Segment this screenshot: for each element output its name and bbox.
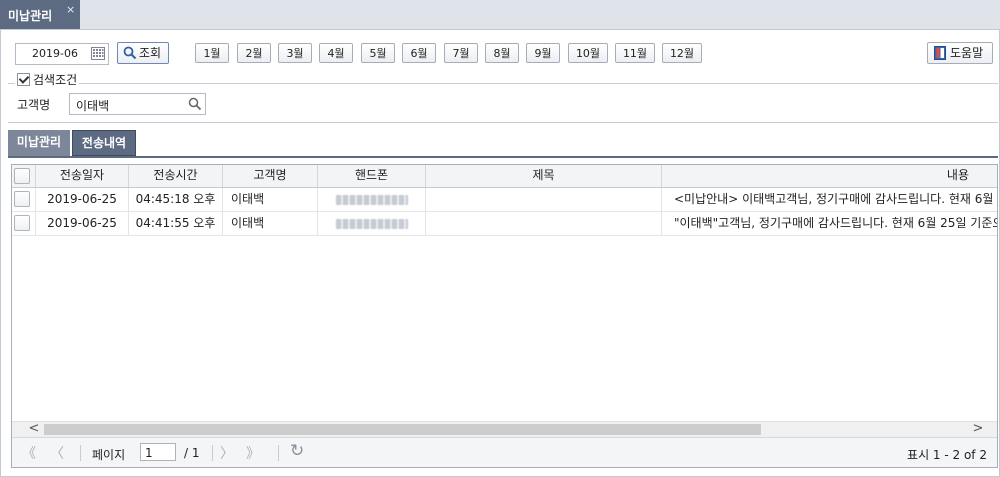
cell-subject: [426, 212, 662, 235]
scroll-left-arrow-icon[interactable]: <: [26, 422, 42, 437]
date-value: 2019-06: [32, 47, 78, 60]
month-button-4[interactable]: 4월: [319, 43, 353, 63]
cell-phone-redacted: [318, 188, 426, 211]
col-header-phone[interactable]: 핸드폰: [318, 165, 426, 187]
grid-header: 전송일자 전송시간 고객명 핸드폰 제목 내용: [12, 165, 997, 188]
paging-info: 표시 1 - 2 of 2: [907, 448, 987, 462]
tab-misnap-management[interactable]: 미납관리 ×: [0, 0, 80, 29]
cell-content: <미납안내> 이태백고객님, 정기구매에 감사드립니다. 현재 6월 2: [674, 192, 997, 206]
checkbox-checked-icon[interactable]: [17, 73, 30, 86]
horizontal-scrollbar[interactable]: < >: [12, 421, 997, 437]
next-page-icon[interactable]: 〉: [220, 443, 234, 463]
month-button-9[interactable]: 9월: [526, 43, 560, 63]
redacted-phone: [335, 194, 408, 205]
col-header-time[interactable]: 전송시간: [129, 165, 223, 187]
row-checkbox[interactable]: [14, 191, 30, 207]
refresh-icon[interactable]: ↻: [290, 441, 304, 461]
month-button-3[interactable]: 3월: [278, 43, 312, 63]
search-button-label: 조회: [139, 46, 162, 60]
cell-content: "이태백"고객님, 정기구매에 감사드립니다. 현재 6월 25일 기준으: [674, 216, 997, 230]
tab-send-history[interactable]: 전송내역: [72, 130, 136, 156]
row-checkbox[interactable]: [14, 215, 30, 231]
select-all-checkbox[interactable]: [14, 168, 30, 184]
customer-name-label: 고객명: [17, 98, 51, 112]
search-button[interactable]: 조회: [117, 42, 169, 64]
close-icon[interactable]: ×: [66, 3, 75, 16]
last-page-icon[interactable]: 》: [246, 443, 260, 463]
scrollbar-thumb[interactable]: [44, 424, 761, 435]
cell-subject: [426, 188, 662, 211]
cell-phone-redacted: [318, 212, 426, 235]
divider: [8, 122, 998, 123]
scroll-right-arrow-icon[interactable]: >: [970, 422, 986, 437]
month-button-2[interactable]: 2월: [237, 43, 271, 63]
prev-page-icon[interactable]: 〈: [50, 443, 64, 463]
col-header-subject[interactable]: 제목: [426, 165, 662, 187]
col-header-content[interactable]: 내용: [662, 165, 997, 187]
help-book-icon: [934, 46, 946, 60]
month-date-picker[interactable]: 2019-06: [15, 43, 109, 65]
divider: [212, 445, 213, 461]
help-button[interactable]: 도움말: [927, 42, 993, 64]
cell-time: 04:41:55 오후: [129, 212, 223, 235]
tab-title: 미납관리: [8, 9, 53, 23]
month-button-5[interactable]: 5월: [361, 43, 395, 63]
search-icon: [123, 46, 137, 60]
month-button-8[interactable]: 8월: [485, 43, 519, 63]
page-number-input[interactable]: 1: [140, 443, 176, 461]
customer-name-value: 이태백: [76, 99, 110, 113]
col-header-customer[interactable]: 고객명: [223, 165, 318, 187]
calendar-icon[interactable]: [91, 47, 105, 60]
month-button-10[interactable]: 10월: [568, 43, 608, 63]
divider: [278, 445, 279, 461]
table-row[interactable]: 2019-06-25 04:45:18 오후 이태백 <미납안내> 이태백고객님…: [12, 188, 997, 212]
month-button-1[interactable]: 1월: [195, 43, 229, 63]
redacted-phone: [335, 218, 408, 229]
search-conditions-title: 검색조건: [33, 73, 78, 87]
month-button-6[interactable]: 6월: [402, 43, 436, 63]
select-all-cell: [12, 165, 36, 187]
row-select-cell: [12, 212, 36, 235]
customer-name-input[interactable]: 이태백: [69, 93, 206, 115]
month-button-11[interactable]: 11월: [615, 43, 655, 63]
cell-time: 04:45:18 오후: [129, 188, 223, 211]
divider: [80, 445, 81, 461]
pagination-bar: 《 〈 페이지 1 / 1 〉 》 ↻ 표시 1 - 2 of 2: [12, 437, 997, 467]
help-button-label: 도움말: [950, 46, 984, 60]
tab-misnap[interactable]: 미납관리: [8, 130, 70, 156]
main-panel: 2019-06 조회 1월 2월 3월 4월 5월 6월 7월 8월 9월 10…: [0, 30, 1000, 477]
page-label: 페이지: [92, 448, 126, 462]
search-conditions-toggle[interactable]: 검색조건: [15, 71, 80, 88]
cell-customer: 이태백: [223, 212, 318, 235]
cell-date: 2019-06-25: [36, 212, 129, 235]
total-pages: / 1: [184, 446, 200, 460]
window-tab-bar: 미납관리 ×: [0, 0, 1000, 30]
sub-tab-bar: 미납관리 전송내역: [8, 130, 998, 158]
send-history-grid: 전송일자 전송시간 고객명 핸드폰 제목 내용 2019-06-25 04:45…: [11, 164, 998, 468]
cell-customer: 이태백: [223, 188, 318, 211]
month-button-12[interactable]: 12월: [662, 43, 702, 63]
row-select-cell: [12, 188, 36, 211]
col-header-date[interactable]: 전송일자: [36, 165, 129, 187]
first-page-icon[interactable]: 《: [22, 443, 36, 463]
month-button-7[interactable]: 7월: [444, 43, 478, 63]
cell-date: 2019-06-25: [36, 188, 129, 211]
table-row[interactable]: 2019-06-25 04:41:55 오후 이태백 "이태백"고객님, 정기구…: [12, 212, 997, 236]
search-icon[interactable]: [188, 97, 202, 111]
